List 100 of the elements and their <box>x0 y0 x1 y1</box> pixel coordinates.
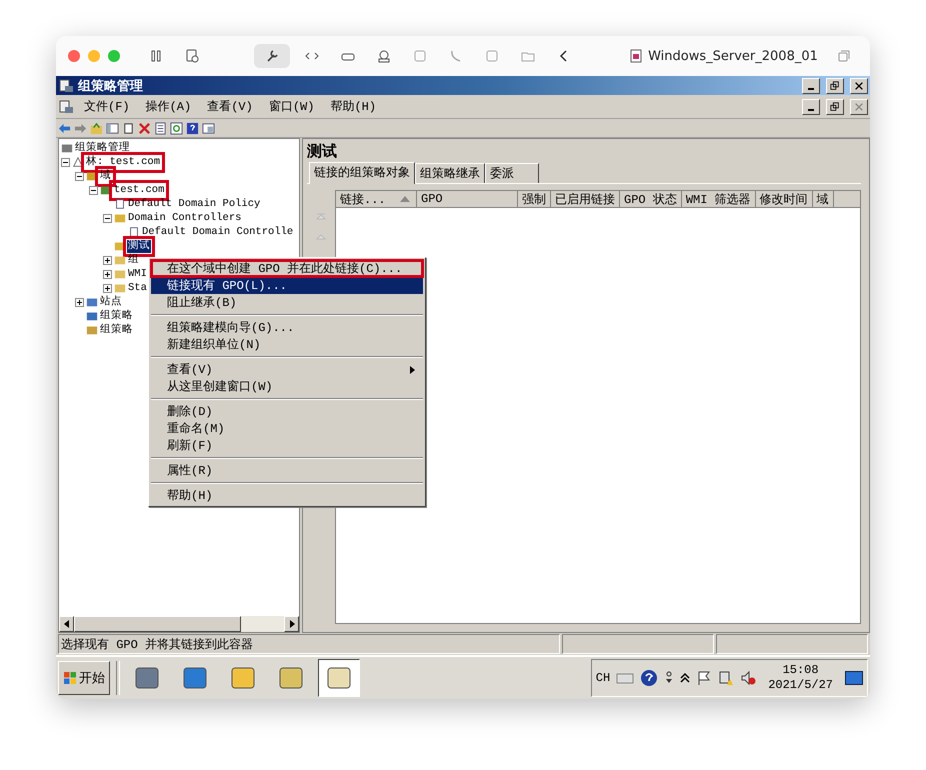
menu-item[interactable]: 删除(D) <box>151 403 423 420</box>
expand-icon[interactable] <box>103 284 112 292</box>
tree-pane-icon[interactable] <box>106 122 119 134</box>
menu-item[interactable]: 从这里创建窗口(W) <box>151 378 423 395</box>
clipboard-icon[interactable] <box>122 122 135 134</box>
tab[interactable]: 委派 <box>485 163 539 183</box>
keyboard-icon[interactable] <box>616 671 634 685</box>
left-arrow-icon <box>62 620 70 628</box>
folder-icon <box>86 296 98 308</box>
help-icon[interactable] <box>186 122 199 134</box>
tab[interactable]: 组策略继承 <box>415 163 485 183</box>
app-icon <box>58 98 74 114</box>
restore-icon <box>830 102 840 112</box>
column-header[interactable]: WMI 筛选器 <box>682 191 756 208</box>
clock-time: 15:08 <box>782 663 819 678</box>
column-header[interactable]: 已启用链接 <box>551 191 620 208</box>
right-arrow-icon <box>288 620 296 628</box>
column-header[interactable]: 域 <box>812 191 834 208</box>
menu-item[interactable]: 文件(F) <box>78 98 136 115</box>
folder-icon <box>61 142 73 154</box>
collapse-icon[interactable] <box>75 172 84 180</box>
menu-item[interactable]: 查看(V) <box>201 98 259 115</box>
scroll-right-button[interactable] <box>284 616 299 632</box>
folder-icon <box>114 240 126 252</box>
column-header[interactable]: 链接... <box>336 191 417 208</box>
column-header[interactable]: GPO <box>417 191 518 208</box>
show-desktop-button[interactable] <box>845 671 863 685</box>
network-warning-icon[interactable] <box>718 670 734 686</box>
tree-item[interactable]: 组 <box>127 254 140 266</box>
flag-icon[interactable] <box>696 670 712 686</box>
pane-title: 测试 <box>307 142 338 161</box>
wrench-icon[interactable] <box>254 44 290 68</box>
tree-item[interactable]: 组策略 <box>99 310 134 322</box>
expand-icon[interactable] <box>75 298 84 306</box>
restore-button[interactable] <box>826 78 844 94</box>
menu-item[interactable]: 属性(R) <box>151 462 423 479</box>
restore-button[interactable] <box>826 98 844 114</box>
menu-item[interactable]: 在这个域中创建 GPO 并在此处链接(C)... <box>151 260 423 277</box>
collapse-icon[interactable] <box>61 158 70 166</box>
windows-logo-icon <box>63 671 77 685</box>
menu-item[interactable]: 阻止继承(B) <box>151 294 423 311</box>
minimize-button[interactable] <box>802 98 820 114</box>
menu-item[interactable]: 帮助(H) <box>324 98 382 115</box>
clock[interactable]: 15:08 2021/5/27 <box>768 663 833 693</box>
close-button[interactable] <box>850 78 868 94</box>
tree-item[interactable]: 站点 <box>99 296 123 308</box>
refresh-icon[interactable] <box>170 122 183 134</box>
tab[interactable]: 链接的组策略对象 <box>309 162 415 184</box>
zoom-dot-icon[interactable] <box>108 50 120 62</box>
menu-item[interactable]: 刷新(F) <box>151 437 423 454</box>
menu-item[interactable]: 链接现有 GPO(L)... <box>151 277 423 294</box>
tree-item[interactable]: 组策略管理 <box>74 142 131 154</box>
expand-icon[interactable] <box>103 270 112 278</box>
menu-item[interactable]: 组策略建模向导(G)... <box>151 319 423 336</box>
delete-icon[interactable] <box>138 122 151 134</box>
collapse-icon[interactable] <box>103 214 112 222</box>
show-hidden-icon[interactable] <box>680 671 690 685</box>
close-dot-icon[interactable] <box>68 50 80 62</box>
minimize-dot-icon[interactable] <box>88 50 100 62</box>
policy-app-icon[interactable] <box>318 659 360 697</box>
collapse-icon[interactable] <box>89 186 98 194</box>
folder-icon <box>86 310 98 322</box>
menu-item[interactable]: 查看(V) <box>151 361 423 378</box>
tree-item[interactable]: Sta <box>127 282 148 294</box>
scroll-left-button[interactable] <box>59 616 74 632</box>
volume-muted-icon[interactable] <box>740 670 756 686</box>
close-icon <box>854 80 864 90</box>
properties-icon[interactable] <box>154 122 167 134</box>
language-indicator[interactable]: CH <box>596 671 610 685</box>
column-header[interactable]: 修改时间 <box>756 191 813 208</box>
folder-icon <box>114 282 126 294</box>
menu-item[interactable]: 帮助(H) <box>151 487 423 504</box>
options-icon[interactable] <box>664 671 674 685</box>
menu-item[interactable]: 操作(A) <box>140 98 198 115</box>
snapshot-icon[interactable] <box>184 48 200 64</box>
horizontal-scrollbar[interactable] <box>59 616 299 632</box>
folder-icon <box>86 324 98 336</box>
expand-icon[interactable] <box>103 256 112 264</box>
menu-item[interactable]: 重命名(M) <box>151 420 423 437</box>
minimize-icon <box>808 88 814 90</box>
scrollbar-thumb[interactable] <box>74 616 241 632</box>
help-icon[interactable] <box>640 669 658 687</box>
tree-item[interactable]: 组策略 <box>99 324 134 336</box>
menu-item[interactable]: 窗口(W) <box>262 98 320 115</box>
console-icon[interactable] <box>202 122 215 134</box>
close-button[interactable] <box>850 98 868 114</box>
camera-icon[interactable] <box>376 48 392 64</box>
minimize-button[interactable] <box>802 78 820 94</box>
status-text: 选择现有 GPO 并将其链接到此容器 <box>58 634 560 654</box>
tree-item[interactable]: WMI <box>127 268 148 280</box>
tree-item[interactable]: Default Domain Policy <box>127 198 262 210</box>
column-header[interactable]: GPO 状态 <box>620 191 682 208</box>
tree-item[interactable]: Default Domain Controlle <box>141 226 294 238</box>
column-header[interactable]: 强制 <box>518 191 551 208</box>
folder-icon <box>114 268 126 280</box>
vm-title: Windows_Server_2008_01 <box>648 48 818 64</box>
tree-item[interactable]: Domain Controllers <box>127 212 242 224</box>
menu-item[interactable]: 新建组织单位(N) <box>151 336 423 353</box>
windows-icon[interactable] <box>836 48 852 64</box>
start-button[interactable]: 开始 <box>58 661 110 695</box>
